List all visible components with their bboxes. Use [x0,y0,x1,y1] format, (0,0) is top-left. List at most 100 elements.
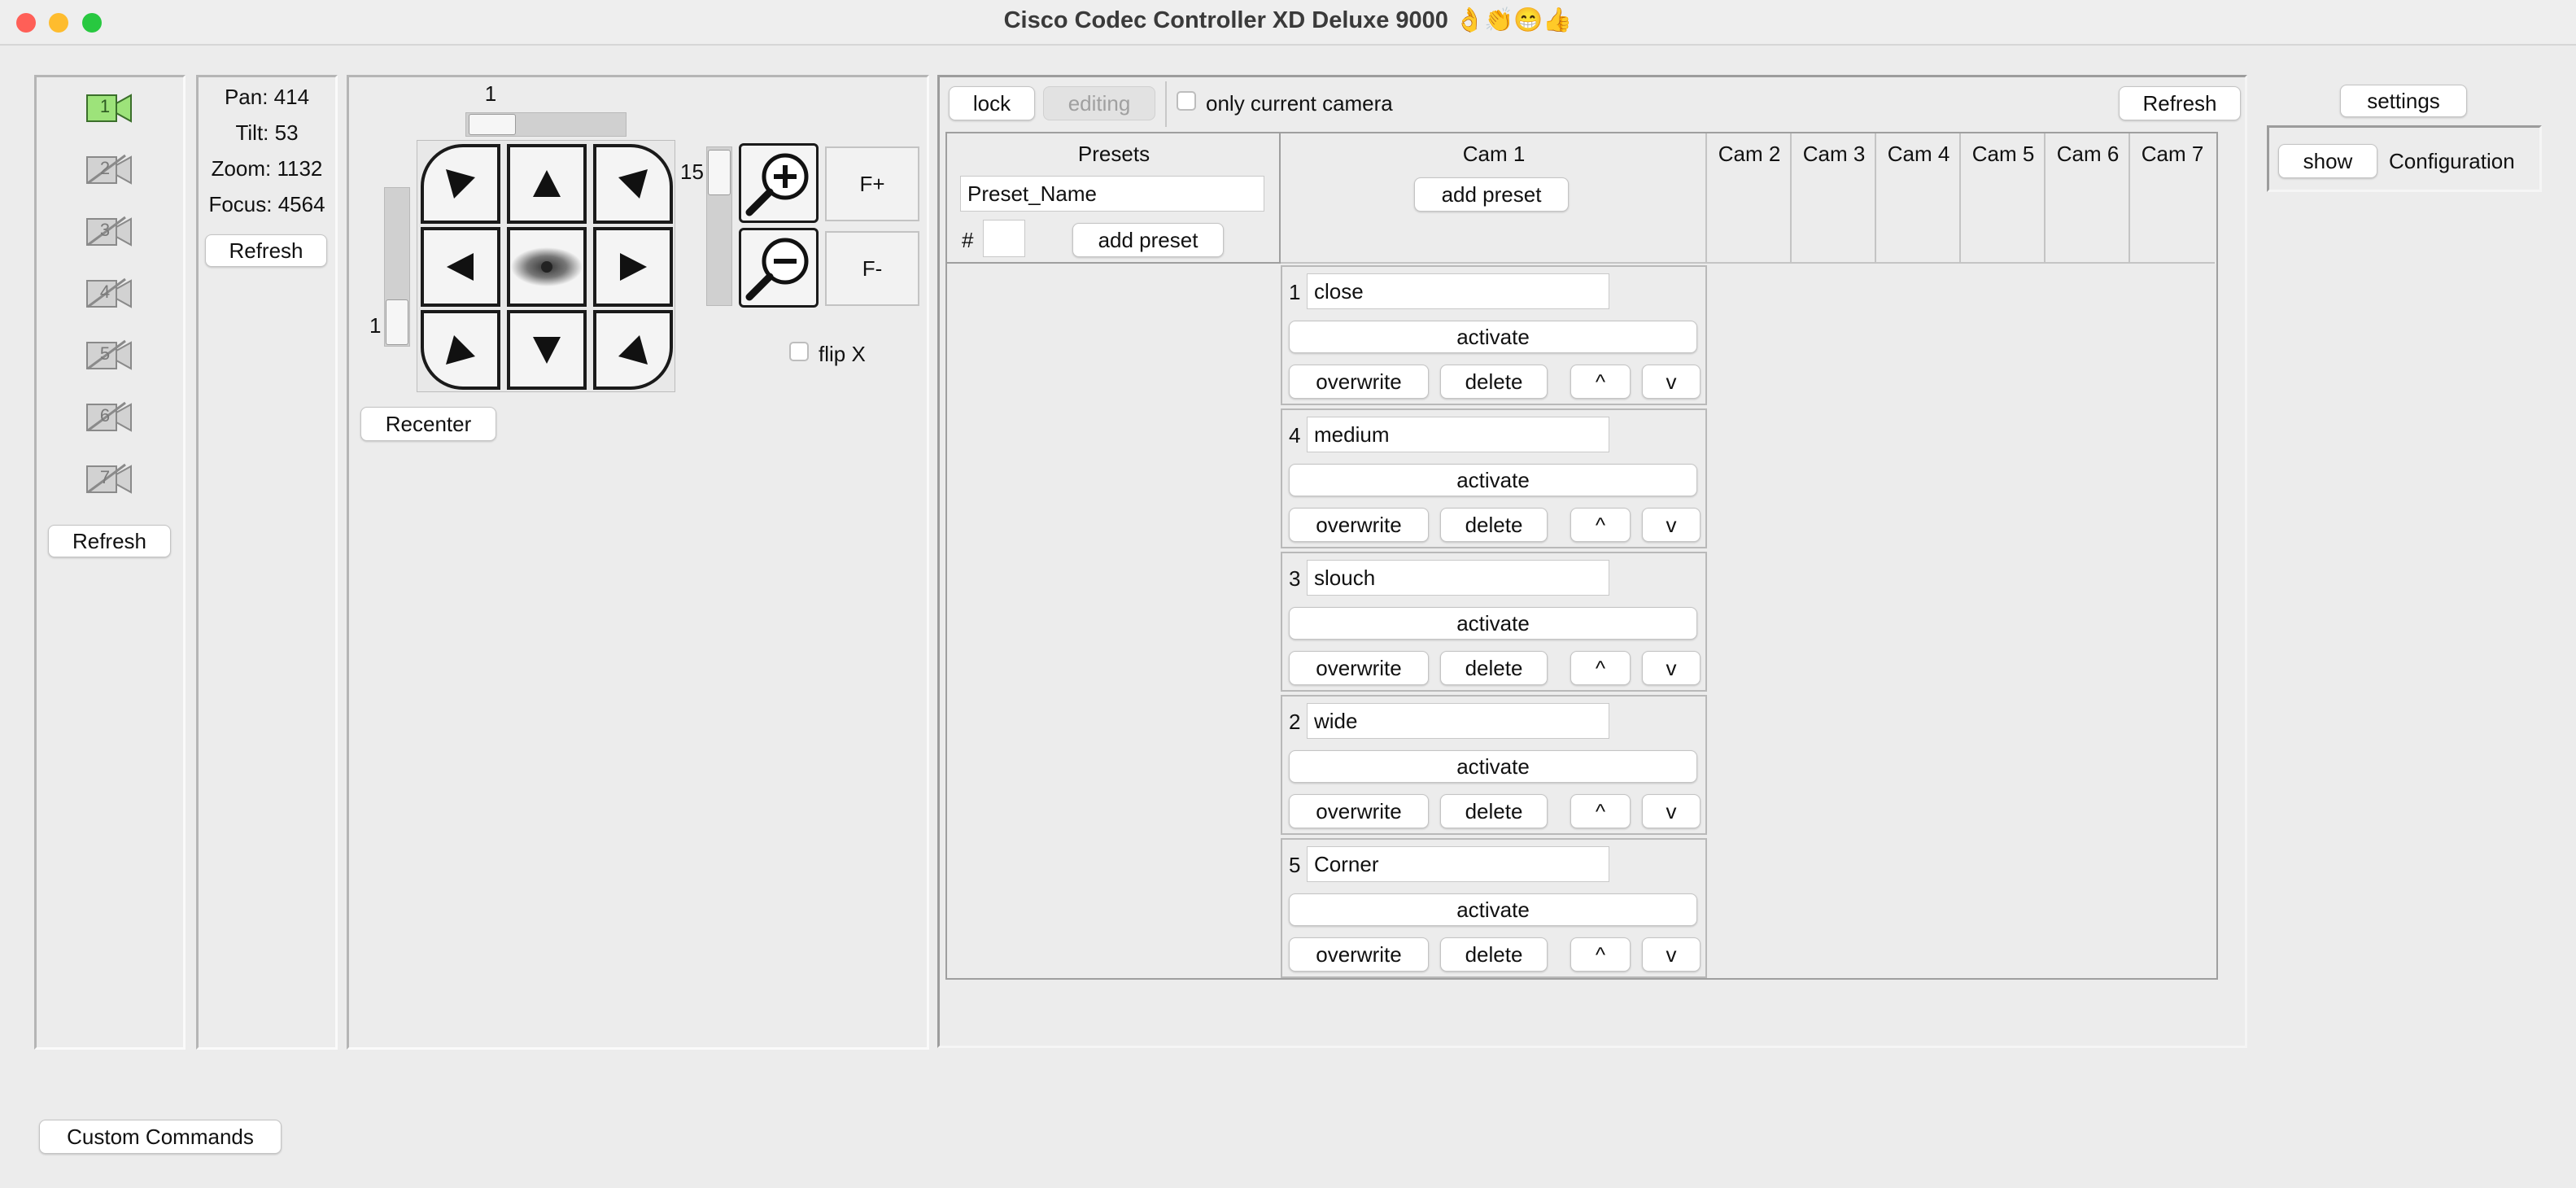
overwrite-preset-button[interactable]: overwrite [1289,651,1429,685]
delete-preset-button[interactable]: delete [1440,365,1548,399]
dpad-right-button[interactable] [593,227,673,307]
preset-name-field[interactable]: Corner [1307,846,1609,882]
move-preset-down-button[interactable]: v [1642,937,1701,972]
preset-number: 5 [1289,853,1301,877]
focus-minus-button[interactable]: F- [825,231,919,306]
arrow-up-left-icon [446,169,475,199]
flip-x-checkbox[interactable] [789,342,809,361]
dpad-down-left-button[interactable] [421,310,500,390]
camera-select-button-6[interactable]: 6 [85,400,133,435]
zoom-in-button[interactable] [739,143,819,223]
delete-preset-button[interactable]: delete [1440,508,1548,542]
presets-refresh-button[interactable]: Refresh [2119,86,2241,120]
camera-number: 5 [99,343,111,364]
dpad-down-right-button[interactable] [593,310,673,390]
preset-card: 3 slouch activate overwrite delete ^ v [1281,552,1707,692]
dpad-center-button[interactable] [507,227,587,307]
dpad [417,140,675,392]
pan-speed-slider-thumb[interactable] [469,114,516,135]
zoom-speed-value: 15 [680,159,704,184]
activate-preset-button[interactable]: activate [1289,464,1697,496]
preset-number-label: # [962,228,974,252]
editing-button[interactable]: editing [1043,86,1155,120]
delete-preset-button[interactable]: delete [1440,937,1548,972]
show-configuration-button[interactable]: show [2278,144,2377,178]
move-preset-down-button[interactable]: v [1642,794,1701,828]
move-preset-down-button[interactable]: v [1642,651,1701,685]
overwrite-preset-button[interactable]: overwrite [1289,508,1429,542]
move-preset-up-button[interactable]: ^ [1570,794,1631,828]
preset-number-input[interactable] [983,220,1025,257]
status-panel [196,75,338,1050]
tilt-speed-slider-thumb[interactable] [386,299,408,345]
zoom-in-icon [745,153,809,216]
cam5-header: Cam 5 [1971,142,2035,166]
only-current-camera-checkbox[interactable] [1177,91,1196,111]
arrow-right-icon [620,253,647,281]
camera-select-button-7[interactable]: 7 [85,461,133,497]
move-preset-down-button[interactable]: v [1642,365,1701,399]
preset-card: 2 wide activate overwrite delete ^ v [1281,695,1707,835]
status-refresh-button[interactable]: Refresh [205,234,327,267]
settings-button[interactable]: settings [2340,85,2467,117]
cam1-header: Cam 1 [1462,142,1526,166]
activate-preset-button[interactable]: activate [1289,750,1697,783]
overwrite-preset-button[interactable]: overwrite [1289,937,1429,972]
camera-select-button-1[interactable]: 1 [85,90,133,126]
cam4-header: Cam 4 [1887,142,1950,166]
activate-preset-button[interactable]: activate [1289,607,1697,640]
activate-preset-button[interactable]: activate [1289,321,1697,353]
delete-preset-button[interactable]: delete [1440,794,1548,828]
toolbar-divider [1165,81,1167,127]
move-preset-up-button[interactable]: ^ [1570,937,1631,972]
dpad-left-button[interactable] [421,227,500,307]
activate-preset-button[interactable]: activate [1289,893,1697,926]
move-preset-up-button[interactable]: ^ [1570,651,1631,685]
dpad-up-button[interactable] [507,144,587,224]
custom-commands-button[interactable]: Custom Commands [39,1120,282,1154]
camera-number: 4 [99,282,111,302]
presets-header: Presets [1077,142,1150,166]
preset-card: 5 Corner activate overwrite delete ^ v [1281,838,1707,978]
camera-select-button-4[interactable]: 4 [85,276,133,312]
recenter-button[interactable]: Recenter [360,407,496,441]
move-preset-down-button[interactable]: v [1642,508,1701,542]
focus-plus-button[interactable]: F+ [825,146,919,221]
delete-preset-button[interactable]: delete [1440,651,1548,685]
title-bar: Cisco Codec Controller XD Deluxe 9000 👌👏… [0,0,2576,46]
zoom-out-button[interactable] [739,228,819,308]
move-preset-up-button[interactable]: ^ [1570,508,1631,542]
preset-number: 4 [1289,423,1301,448]
pan-readout: Pan: 414 [224,85,310,109]
cam3-header: Cam 3 [1802,142,1866,166]
camera-select-button-2[interactable]: 2 [85,152,133,188]
lock-button[interactable]: lock [949,86,1035,120]
dpad-up-right-button[interactable] [593,144,673,224]
configuration-label: Configuration [2389,149,2515,173]
dpad-up-left-button[interactable] [421,144,500,224]
camera-select-button-3[interactable]: 3 [85,214,133,250]
dpad-down-button[interactable] [507,310,587,390]
preset-name-input[interactable]: Preset_Name [960,176,1264,212]
zoom-out-icon [745,238,809,301]
overwrite-preset-button[interactable]: overwrite [1289,794,1429,828]
zoom-speed-slider-thumb[interactable] [708,150,731,195]
preset-name-field[interactable]: wide [1307,703,1609,739]
flip-x-label: flip X [819,342,866,366]
cam2-header: Cam 2 [1718,142,1781,166]
add-preset-button[interactable]: add preset [1072,223,1224,257]
preset-name-field[interactable]: medium [1307,417,1609,452]
preset-name-field[interactable]: slouch [1307,560,1609,596]
window-title: Cisco Codec Controller XD Deluxe 9000 👌👏… [1003,7,1573,33]
arrow-down-right-icon [618,335,648,365]
preset-number: 1 [1289,280,1301,304]
focus-readout: Focus: 4564 [208,192,325,216]
overwrite-preset-button[interactable]: overwrite [1289,365,1429,399]
move-preset-up-button[interactable]: ^ [1570,365,1631,399]
camera-refresh-button[interactable]: Refresh [48,525,171,557]
cam1-add-preset-button[interactable]: add preset [1414,177,1569,212]
zoom-readout: Zoom: 1132 [211,156,323,181]
preset-name-field[interactable]: close [1307,273,1609,309]
camera-select-button-5[interactable]: 5 [85,338,133,373]
only-current-camera-label: only current camera [1206,91,1393,116]
